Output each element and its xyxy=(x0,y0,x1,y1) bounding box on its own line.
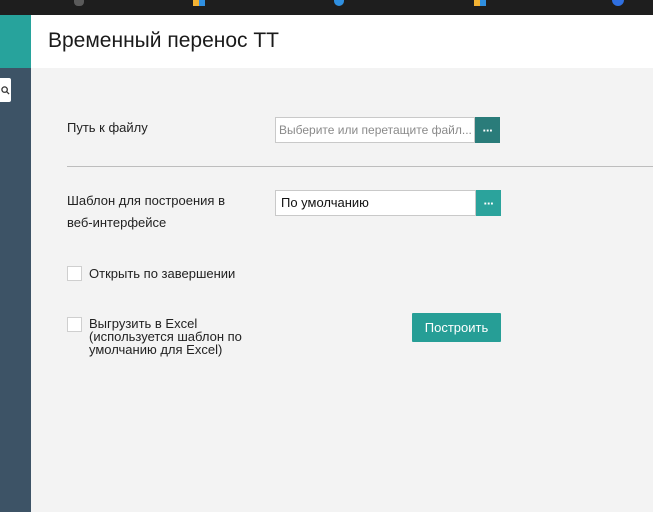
os-taskbar-fragment xyxy=(0,0,653,15)
export-excel-label: Выгрузить в Excel (используется шаблон п… xyxy=(89,317,242,356)
taskbar-app-icon xyxy=(193,0,205,6)
section-divider xyxy=(67,166,653,167)
search-icon xyxy=(1,85,10,95)
template-label-line2: веб-интерфейсе xyxy=(67,215,167,230)
template-select[interactable]: По умолчанию xyxy=(275,190,476,216)
more-icon: ··· xyxy=(483,195,495,211)
sidebar-active-section[interactable] xyxy=(0,15,31,68)
file-path-label: Путь к файлу xyxy=(67,120,148,135)
page-header: Временный перенос ТТ xyxy=(31,15,653,68)
export-excel-checkbox[interactable] xyxy=(67,317,82,332)
page-title: Временный перенос ТТ xyxy=(48,29,280,52)
build-button[interactable]: Построить xyxy=(412,313,501,342)
taskbar-app-icon xyxy=(612,0,624,6)
file-path-input[interactable]: Выберите или перетащите файл... xyxy=(275,117,475,143)
template-browse-button[interactable]: ··· xyxy=(476,190,501,216)
taskbar-app-icon xyxy=(474,0,486,6)
open-on-finish-label: Открыть по завершении xyxy=(89,266,236,281)
more-icon: ··· xyxy=(482,122,494,138)
template-label-line1: Шаблон для построения в xyxy=(67,193,225,208)
taskbar-app-icon xyxy=(74,0,84,6)
template-label: Шаблон для построения в веб-интерфейсе xyxy=(67,190,225,234)
export-excel-label-line3: умолчанию для Excel) xyxy=(89,342,223,357)
file-browse-button[interactable]: ··· xyxy=(475,117,500,143)
open-on-finish-checkbox[interactable] xyxy=(67,266,82,281)
sidebar-search-button[interactable] xyxy=(0,78,11,102)
taskbar-app-icon xyxy=(334,0,344,6)
